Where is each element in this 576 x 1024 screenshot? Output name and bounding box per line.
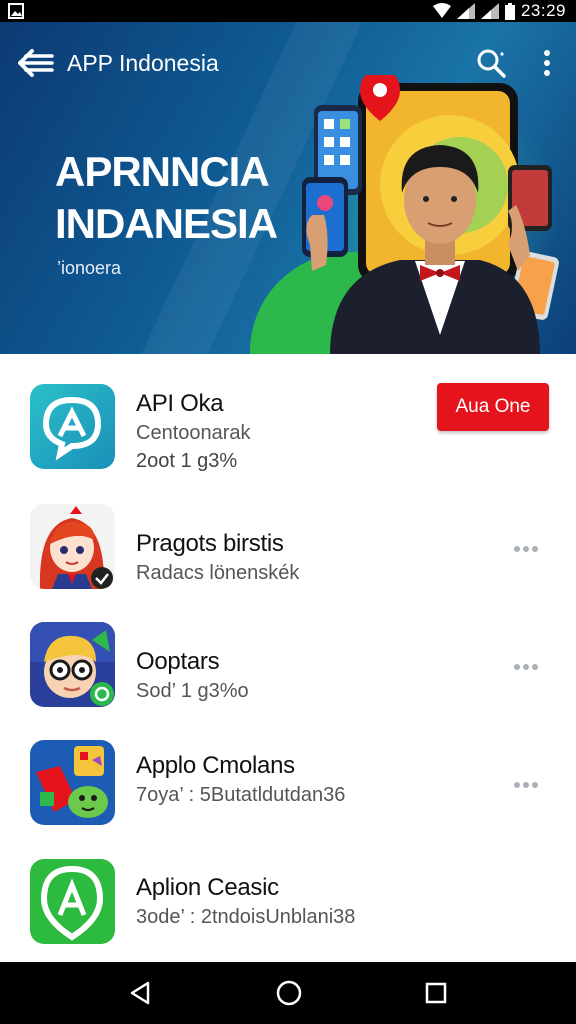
recents-square-icon[interactable]: [421, 978, 451, 1008]
signal-icon: [480, 3, 499, 19]
search-icon[interactable]: [476, 48, 506, 78]
more-vert-icon[interactable]: [537, 48, 557, 78]
chat-a-icon: [30, 384, 115, 469]
install-button[interactable]: Aua One: [437, 383, 549, 431]
app-title: Pragots birstis: [136, 530, 284, 557]
list-item[interactable]: Applo Cmolans 7oya’ : 5Butatldutdan36: [0, 732, 576, 850]
girl-avatar-icon: [30, 504, 115, 589]
hero-title: APRNNCIA INDANESIA: [55, 146, 278, 250]
signal-icon: [456, 3, 475, 19]
list-item[interactable]: Pragots birstis Radacs lönenskék: [0, 496, 576, 614]
green-a-icon: [30, 859, 115, 944]
app-icon: [30, 504, 115, 589]
hero-title-line2: INDANESIA: [55, 200, 278, 247]
app-subtitle: 3ode’ : 2tndoisUnblani38: [136, 906, 356, 928]
list-item[interactable]: Ooptars Sod’ 1 g3%o: [0, 614, 576, 732]
app-subtitle: 7oya’ : 5Butatldutdan36: [136, 784, 346, 806]
app-meta: 2oot 1 g3%: [136, 450, 238, 472]
back-triangle-icon[interactable]: [126, 978, 156, 1008]
list-item[interactable]: API Oka Centoonarak 2oot 1 g3% Aua One: [0, 354, 576, 472]
list-item[interactable]: Aplion Ceasic 3ode’ : 2tndoisUnblani38: [0, 850, 576, 968]
app-list: API Oka Centoonarak 2oot 1 g3% Aua One P…: [0, 354, 576, 962]
more-options-icon[interactable]: [514, 542, 540, 556]
app-subtitle: Sod’ 1 g3%o: [136, 680, 249, 702]
app-title: API Oka: [136, 390, 224, 417]
glasses-character-icon: [30, 622, 115, 707]
app-icon: [30, 740, 115, 825]
app-icon: [30, 859, 115, 944]
app-title: Aplion Ceasic: [136, 874, 279, 901]
app-icon: [30, 384, 115, 469]
app-title: Applo Cmolans: [136, 752, 295, 779]
status-time: 23:29: [520, 1, 566, 20]
app-subtitle: Centoonarak: [136, 422, 251, 444]
app-subtitle: Radacs lönenskék: [136, 562, 300, 584]
app-icon: [30, 622, 115, 707]
back-menu-icon[interactable]: [18, 48, 54, 78]
navigation-bar: [0, 962, 576, 1024]
hero-illustration: [302, 75, 559, 355]
more-options-icon[interactable]: [514, 778, 540, 792]
app-title: Ooptars: [136, 648, 220, 675]
game-icon: [30, 740, 115, 825]
more-options-icon[interactable]: [514, 660, 540, 674]
status-bar: 23:29: [0, 0, 576, 22]
home-circle-icon[interactable]: [274, 978, 304, 1008]
battery-icon: [504, 2, 515, 20]
hero-subtitle: ’ionoera: [57, 258, 122, 278]
wifi-icon: [432, 3, 451, 18]
hero-title-line1: APRNNCIA: [55, 148, 270, 195]
image-icon: [8, 3, 24, 19]
app-bar-title: APP Indonesia: [67, 50, 219, 76]
